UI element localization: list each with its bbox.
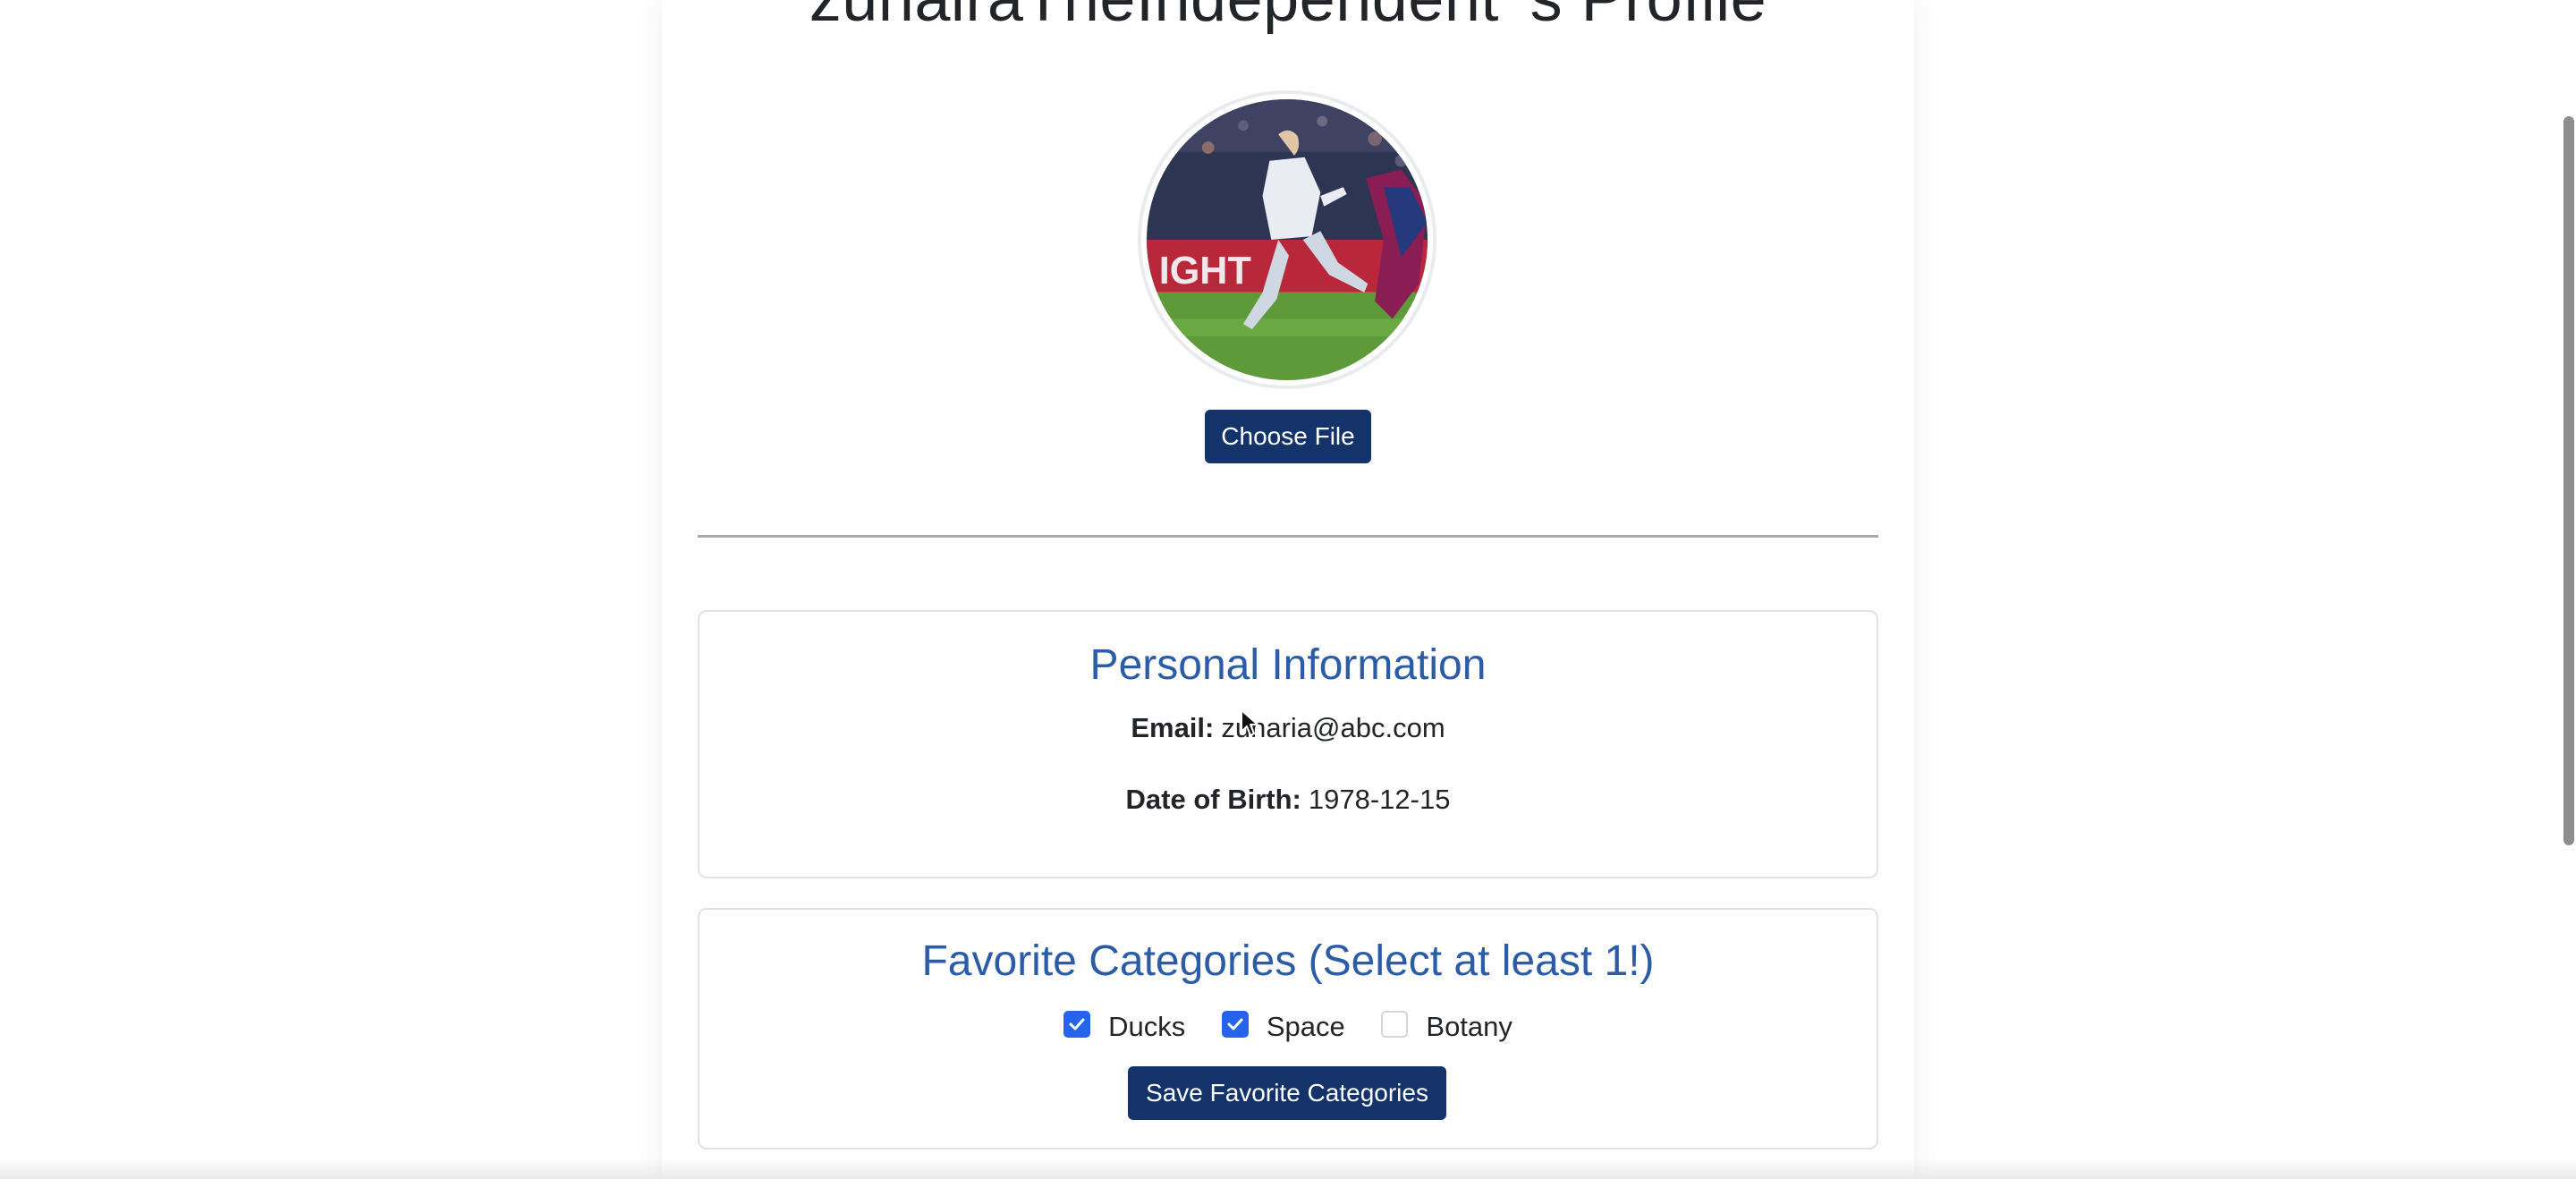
- email-label: Email:: [1131, 712, 1215, 743]
- favorite-categories-heading: Favorite Categories (Select at least 1!): [921, 937, 1655, 985]
- checkmark-icon: [1069, 1018, 1085, 1031]
- section-divider: [698, 535, 1878, 538]
- personal-information-heading: Personal Information: [1089, 641, 1487, 689]
- personal-information-panel: Personal Information Email: zunaria@abc.c…: [698, 610, 1878, 878]
- date-of-birth-value: 1978-12-15: [1308, 784, 1451, 815]
- checkmark-icon: [1227, 1018, 1243, 1031]
- avatar-image: IGHT: [1147, 99, 1428, 380]
- ducks-label: Ducks: [1108, 1010, 1186, 1042]
- mouse-pointer-icon: [1241, 709, 1258, 736]
- space-label: Space: [1266, 1010, 1345, 1042]
- category-checkbox-group: Ducks Space Botany: [699, 1008, 1877, 1043]
- bottom-shadow: [0, 1158, 2576, 1179]
- category-option-ducks[interactable]: Ducks: [1063, 1009, 1185, 1043]
- avatar-photo: IGHT: [1147, 99, 1428, 380]
- page-title: zunairaTheIndependent 's Profile: [0, 0, 2576, 36]
- date-of-birth-row: Date of Birth: 1978-12-15: [699, 784, 1877, 816]
- botany-checkbox[interactable]: [1381, 1010, 1409, 1038]
- botany-label: Botany: [1426, 1010, 1513, 1042]
- category-option-space[interactable]: Space: [1221, 1009, 1345, 1043]
- category-option-botany[interactable]: Botany: [1381, 1009, 1513, 1043]
- svg-text:IGHT: IGHT: [1159, 250, 1251, 293]
- date-of-birth-label: Date of Birth:: [1125, 784, 1301, 815]
- profile-page: zunairaTheIndependent 's Profile IGHT: [0, 0, 2576, 1179]
- choose-file-button[interactable]: Choose File: [1205, 410, 1371, 463]
- avatar: IGHT: [1138, 90, 1436, 389]
- space-checkbox[interactable]: [1221, 1010, 1249, 1038]
- scrollbar-thumb[interactable]: [2563, 116, 2574, 845]
- email-row: Email: zunaria@abc.com: [699, 712, 1877, 744]
- ducks-checkbox[interactable]: [1063, 1010, 1091, 1038]
- save-favorite-categories-button[interactable]: Save Favorite Categories: [1128, 1066, 1446, 1120]
- vertical-scrollbar[interactable]: [2556, 0, 2576, 1179]
